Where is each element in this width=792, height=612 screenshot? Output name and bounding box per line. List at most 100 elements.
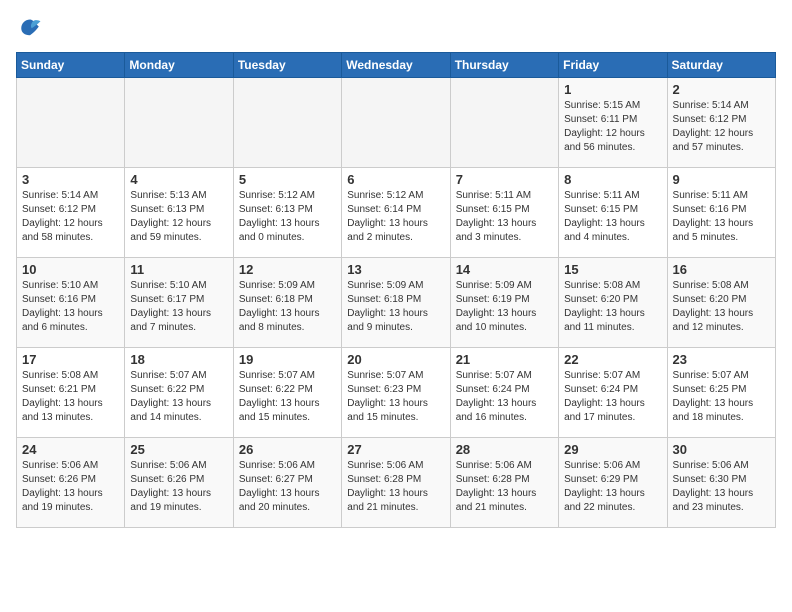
day-cell: 3 Sunrise: 5:14 AM Sunset: 6:12 PM Daylig… — [17, 168, 125, 258]
day-cell: 2 Sunrise: 5:14 AM Sunset: 6:12 PM Daylig… — [667, 78, 775, 168]
day-number: 20 — [347, 352, 444, 367]
header-monday: Monday — [125, 53, 233, 78]
week-row-3: 10 Sunrise: 5:10 AM Sunset: 6:16 PM Dayli… — [17, 258, 776, 348]
day-info: Sunrise: 5:08 AM Sunset: 6:20 PM Dayligh… — [564, 279, 661, 335]
day-cell: 1 Sunrise: 5:15 AM Sunset: 6:11 PM Daylig… — [559, 78, 667, 168]
day-info: Sunrise: 5:07 AM Sunset: 6:23 PM Dayligh… — [347, 369, 444, 425]
day-number: 8 — [564, 172, 661, 187]
day-info: Sunrise: 5:14 AM Sunset: 6:12 PM Dayligh… — [22, 189, 119, 245]
day-number: 12 — [239, 262, 336, 277]
header-tuesday: Tuesday — [233, 53, 341, 78]
day-number: 16 — [673, 262, 770, 277]
day-info: Sunrise: 5:07 AM Sunset: 6:22 PM Dayligh… — [239, 369, 336, 425]
week-row-1: 1 Sunrise: 5:15 AM Sunset: 6:11 PM Daylig… — [17, 78, 776, 168]
day-number: 22 — [564, 352, 661, 367]
day-number: 30 — [673, 442, 770, 457]
header-wednesday: Wednesday — [342, 53, 450, 78]
day-cell: 4Sunrise: 5:13 AM Sunset: 6:13 PM Daylig… — [125, 168, 233, 258]
week-row-4: 17Sunrise: 5:08 AM Sunset: 6:21 PM Dayli… — [17, 348, 776, 438]
day-info: Sunrise: 5:09 AM Sunset: 6:18 PM Dayligh… — [347, 279, 444, 335]
day-cell: 24 Sunrise: 5:06 AM Sunset: 6:26 PM Dayli… — [17, 438, 125, 528]
day-number: 1 — [564, 82, 661, 97]
day-cell: 26 Sunrise: 5:06 AM Sunset: 6:27 PM Dayli… — [233, 438, 341, 528]
logo — [16, 16, 48, 44]
day-cell: 5 Sunrise: 5:12 AM Sunset: 6:13 PM Daylig… — [233, 168, 341, 258]
day-info: Sunrise: 5:06 AM Sunset: 6:26 PM Dayligh… — [130, 459, 227, 515]
day-info: Sunrise: 5:11 AM Sunset: 6:16 PM Dayligh… — [673, 189, 770, 245]
day-cell: 11 Sunrise: 5:10 AM Sunset: 6:17 PM Dayli… — [125, 258, 233, 348]
day-cell — [450, 78, 558, 168]
page-header — [16, 16, 776, 44]
day-number: 2 — [673, 82, 770, 97]
day-number: 11 — [130, 262, 227, 277]
day-cell: 16 Sunrise: 5:08 AM Sunset: 6:20 PM Dayli… — [667, 258, 775, 348]
day-info: Sunrise: 5:06 AM Sunset: 6:26 PM Dayligh… — [22, 459, 119, 515]
day-cell: 7Sunrise: 5:11 AM Sunset: 6:15 PM Daylig… — [450, 168, 558, 258]
day-cell: 14Sunrise: 5:09 AM Sunset: 6:19 PM Dayli… — [450, 258, 558, 348]
day-cell: 17Sunrise: 5:08 AM Sunset: 6:21 PM Dayli… — [17, 348, 125, 438]
day-info: Sunrise: 5:12 AM Sunset: 6:14 PM Dayligh… — [347, 189, 444, 245]
calendar-table: SundayMondayTuesdayWednesdayThursdayFrid… — [16, 52, 776, 528]
day-number: 24 — [22, 442, 119, 457]
day-cell: 29 Sunrise: 5:06 AM Sunset: 6:29 PM Dayli… — [559, 438, 667, 528]
day-cell: 28 Sunrise: 5:06 AM Sunset: 6:28 PM Dayli… — [450, 438, 558, 528]
day-info: Sunrise: 5:07 AM Sunset: 6:22 PM Dayligh… — [130, 369, 227, 425]
day-cell: 12 Sunrise: 5:09 AM Sunset: 6:18 PM Dayli… — [233, 258, 341, 348]
day-info: Sunrise: 5:08 AM Sunset: 6:21 PM Dayligh… — [22, 369, 119, 425]
day-cell: 15 Sunrise: 5:08 AM Sunset: 6:20 PM Dayli… — [559, 258, 667, 348]
day-number: 9 — [673, 172, 770, 187]
day-number: 15 — [564, 262, 661, 277]
day-info: Sunrise: 5:10 AM Sunset: 6:17 PM Dayligh… — [130, 279, 227, 335]
day-info: Sunrise: 5:11 AM Sunset: 6:15 PM Dayligh… — [564, 189, 661, 245]
day-info: Sunrise: 5:06 AM Sunset: 6:27 PM Dayligh… — [239, 459, 336, 515]
day-number: 13 — [347, 262, 444, 277]
day-cell: 27 Sunrise: 5:06 AM Sunset: 6:28 PM Dayli… — [342, 438, 450, 528]
day-info: Sunrise: 5:06 AM Sunset: 6:28 PM Dayligh… — [347, 459, 444, 515]
calendar-header: SundayMondayTuesdayWednesdayThursdayFrid… — [17, 53, 776, 78]
day-info: Sunrise: 5:09 AM Sunset: 6:18 PM Dayligh… — [239, 279, 336, 335]
day-cell: 13 Sunrise: 5:09 AM Sunset: 6:18 PM Dayli… — [342, 258, 450, 348]
day-number: 10 — [22, 262, 119, 277]
day-cell: 21 Sunrise: 5:07 AM Sunset: 6:24 PM Dayli… — [450, 348, 558, 438]
header-saturday: Saturday — [667, 53, 775, 78]
day-cell: 10 Sunrise: 5:10 AM Sunset: 6:16 PM Dayli… — [17, 258, 125, 348]
day-info: Sunrise: 5:12 AM Sunset: 6:13 PM Dayligh… — [239, 189, 336, 245]
day-cell: 9 Sunrise: 5:11 AM Sunset: 6:16 PM Daylig… — [667, 168, 775, 258]
day-number: 23 — [673, 352, 770, 367]
header-friday: Friday — [559, 53, 667, 78]
day-number: 28 — [456, 442, 553, 457]
week-row-2: 3 Sunrise: 5:14 AM Sunset: 6:12 PM Daylig… — [17, 168, 776, 258]
day-cell: 6Sunrise: 5:12 AM Sunset: 6:14 PM Daylig… — [342, 168, 450, 258]
day-info: Sunrise: 5:15 AM Sunset: 6:11 PM Dayligh… — [564, 99, 661, 155]
day-cell: 30Sunrise: 5:06 AM Sunset: 6:30 PM Dayli… — [667, 438, 775, 528]
day-cell: 23 Sunrise: 5:07 AM Sunset: 6:25 PM Dayli… — [667, 348, 775, 438]
day-cell — [233, 78, 341, 168]
day-info: Sunrise: 5:11 AM Sunset: 6:15 PM Dayligh… — [456, 189, 553, 245]
day-cell: 18Sunrise: 5:07 AM Sunset: 6:22 PM Dayli… — [125, 348, 233, 438]
day-number: 3 — [22, 172, 119, 187]
header-row: SundayMondayTuesdayWednesdayThursdayFrid… — [17, 53, 776, 78]
logo-icon — [16, 16, 44, 44]
week-row-5: 24 Sunrise: 5:06 AM Sunset: 6:26 PM Dayli… — [17, 438, 776, 528]
day-number: 29 — [564, 442, 661, 457]
day-info: Sunrise: 5:07 AM Sunset: 6:25 PM Dayligh… — [673, 369, 770, 425]
header-sunday: Sunday — [17, 53, 125, 78]
day-number: 4 — [130, 172, 227, 187]
day-number: 21 — [456, 352, 553, 367]
day-cell: 22 Sunrise: 5:07 AM Sunset: 6:24 PM Dayli… — [559, 348, 667, 438]
day-number: 14 — [456, 262, 553, 277]
day-info: Sunrise: 5:07 AM Sunset: 6:24 PM Dayligh… — [564, 369, 661, 425]
day-cell — [342, 78, 450, 168]
day-number: 19 — [239, 352, 336, 367]
day-number: 27 — [347, 442, 444, 457]
day-number: 26 — [239, 442, 336, 457]
day-info: Sunrise: 5:14 AM Sunset: 6:12 PM Dayligh… — [673, 99, 770, 155]
day-number: 25 — [130, 442, 227, 457]
day-info: Sunrise: 5:06 AM Sunset: 6:29 PM Dayligh… — [564, 459, 661, 515]
day-info: Sunrise: 5:06 AM Sunset: 6:28 PM Dayligh… — [456, 459, 553, 515]
day-info: Sunrise: 5:10 AM Sunset: 6:16 PM Dayligh… — [22, 279, 119, 335]
day-cell — [17, 78, 125, 168]
day-number: 5 — [239, 172, 336, 187]
day-info: Sunrise: 5:07 AM Sunset: 6:24 PM Dayligh… — [456, 369, 553, 425]
day-info: Sunrise: 5:08 AM Sunset: 6:20 PM Dayligh… — [673, 279, 770, 335]
